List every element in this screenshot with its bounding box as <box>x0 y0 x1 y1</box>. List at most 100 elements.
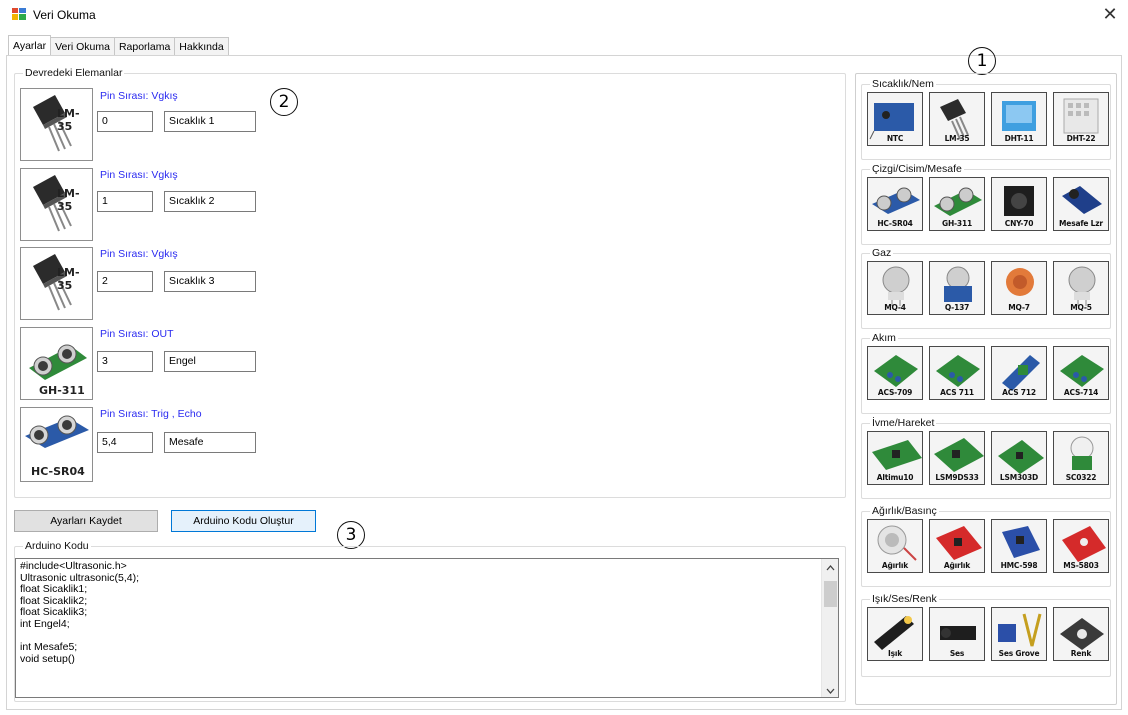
palette-group-label: Işık/Ses/Renk <box>870 593 939 605</box>
sensor-button[interactable]: ACS-709 <box>867 346 923 400</box>
sensor-caption: DHT-22 <box>1066 134 1096 143</box>
scroll-up-icon[interactable] <box>826 563 835 573</box>
code-line: float Sicaklik3; <box>20 606 88 619</box>
pin-index-field[interactable]: 1 <box>97 191 153 212</box>
sensor-caption: Ses Grove <box>998 649 1040 658</box>
sensor-caption: SC0322 <box>1065 473 1097 482</box>
generate-arduino-code-button[interactable]: Arduino Kodu Oluştur <box>171 510 316 532</box>
sensor-button[interactable]: LM-35 <box>929 92 985 146</box>
component-image: HC-SR04 <box>20 407 93 482</box>
sensor-button[interactable]: CNY-70 <box>991 177 1047 231</box>
sensor-button[interactable]: Renk <box>1053 607 1109 661</box>
sensor-button[interactable]: Ses Grove <box>991 607 1047 661</box>
code-scrollbar[interactable] <box>821 559 838 697</box>
sensor-button[interactable]: SC0322 <box>1053 431 1109 485</box>
sensor-button[interactable]: GH-311 <box>929 177 985 231</box>
code-line: int Engel4; <box>20 617 70 630</box>
sensor-caption: LM-35 <box>944 134 970 143</box>
tab-hakkinda[interactable]: Hakkında <box>174 37 229 56</box>
sensor-caption: Işık <box>887 649 902 658</box>
sensor-button[interactable]: MQ-7 <box>991 261 1047 315</box>
scroll-down-icon[interactable] <box>826 685 835 697</box>
component-image: GH-311 <box>20 327 93 400</box>
sensor-caption: Mesafe Lzr <box>1059 219 1103 228</box>
sensor-button[interactable]: Mesafe Lzr <box>1053 177 1109 231</box>
tab-veri-okuma[interactable]: Veri Okuma <box>50 37 115 56</box>
component-name-field[interactable]: Sıcaklık 3 <box>164 271 256 292</box>
annotation-3: 3 <box>337 521 365 549</box>
tab-ayarlar[interactable]: Ayarlar <box>8 35 52 56</box>
component-image-label: LM-35 <box>57 266 80 292</box>
code-line: int Mesafe5; <box>20 641 78 654</box>
scroll-thumb[interactable] <box>824 581 837 607</box>
sensor-button[interactable]: ACS 711 <box>929 346 985 400</box>
sensor-button[interactable]: DHT-22 <box>1053 92 1109 146</box>
code-line: #include<Ultrasonic.h> <box>20 560 127 572</box>
sensor-button[interactable]: Işık <box>867 607 923 661</box>
components-group-label: Devredeki Elemanlar <box>23 67 125 79</box>
sensor-button[interactable]: NTC <box>867 92 923 146</box>
sensor-caption: Altimu10 <box>876 473 914 482</box>
sensor-button[interactable]: HMC-598 <box>991 519 1047 573</box>
palette-group-label: Akım <box>870 332 898 344</box>
sensor-caption: ACS 712 <box>1002 388 1036 397</box>
palette-group-label: Gaz <box>870 247 894 259</box>
sensor-button[interactable]: LSM9DS33 <box>929 431 985 485</box>
sensor-button[interactable]: Ağırlık <box>929 519 985 573</box>
palette-group-label: Ağırlık/Basınç <box>870 505 939 517</box>
tab-raporlama[interactable]: Raporlama <box>113 37 176 56</box>
sensor-caption: MS-5803 <box>1063 561 1099 570</box>
hcsr04-sensor-icon <box>25 415 89 448</box>
sensor-button[interactable]: HC-SR04 <box>867 177 923 231</box>
component-name-field[interactable]: Engel <box>164 351 256 372</box>
sensor-caption: Q-137 <box>944 303 970 312</box>
pin-order-label: Pin Sırası: Vgkış <box>100 169 178 181</box>
component-image-label: LM-35 <box>57 187 80 213</box>
component-name-field[interactable]: Mesafe <box>164 432 256 453</box>
sensor-caption: MQ-5 <box>1070 303 1092 312</box>
close-icon[interactable]: ✕ <box>1100 3 1120 25</box>
sensor-button[interactable]: ACS-714 <box>1053 346 1109 400</box>
sensor-caption: DHT-11 <box>1004 134 1034 143</box>
component-name-field[interactable]: Sıcaklık 1 <box>164 111 256 132</box>
pin-index-field[interactable]: 3 <box>97 351 153 372</box>
sensor-button[interactable]: Ağırlık <box>867 519 923 573</box>
pin-index-field[interactable]: 5,4 <box>97 432 153 453</box>
component-image-label: LM-35 <box>57 107 80 133</box>
arduino-code-group-label: Arduino Kodu <box>23 540 91 552</box>
pin-order-label: Pin Sırası: OUT <box>100 328 174 340</box>
sensor-caption: ACS-709 <box>877 388 913 397</box>
component-image: LM-35 <box>20 88 93 161</box>
pin-index-field[interactable]: 2 <box>97 271 153 292</box>
pin-order-label: Pin Sırası: Vgkış <box>100 248 178 260</box>
title-bar <box>0 0 1128 30</box>
sensor-caption: MQ-7 <box>1008 303 1030 312</box>
component-image: LM-35 <box>20 247 93 320</box>
sensor-button[interactable]: MS-5803 <box>1053 519 1109 573</box>
palette-group-label: İvme/Hareket <box>870 417 937 429</box>
sensor-button[interactable]: LSM303D <box>991 431 1047 485</box>
pin-order-label: Pin Sırası: Trig , Echo <box>100 408 202 420</box>
sensor-caption: GH-311 <box>941 219 972 228</box>
gh311-sensor-icon <box>29 344 87 380</box>
sensor-button[interactable]: Altimu10 <box>867 431 923 485</box>
sensor-caption: Renk <box>1070 649 1092 658</box>
arduino-code-textarea[interactable]: #include<Ultrasonic.h> Ultrasonic ultras… <box>15 558 839 698</box>
sensor-button[interactable]: Q-137 <box>929 261 985 315</box>
sensor-button[interactable]: DHT-11 <box>991 92 1047 146</box>
sensor-button[interactable]: MQ-5 <box>1053 261 1109 315</box>
component-name-field[interactable]: Sıcaklık 2 <box>164 191 256 212</box>
sensor-button[interactable]: Ses <box>929 607 985 661</box>
sensor-caption: HC-SR04 <box>877 219 913 228</box>
sensor-caption: NTC <box>886 134 904 143</box>
sensor-caption: ACS 711 <box>940 388 974 397</box>
sensor-caption: LSM9DS33 <box>935 473 979 482</box>
palette-group-label: Sıcaklık/Nem <box>870 78 936 90</box>
pin-index-field[interactable]: 0 <box>97 111 153 132</box>
sensor-button[interactable]: MQ-4 <box>867 261 923 315</box>
app-icon <box>12 8 26 20</box>
save-settings-button[interactable]: Ayarları Kaydet <box>14 510 158 532</box>
sensor-button[interactable]: ACS 712 <box>991 346 1047 400</box>
component-image: LM-35 <box>20 168 93 241</box>
code-line: float Sicaklik1; <box>20 583 88 596</box>
